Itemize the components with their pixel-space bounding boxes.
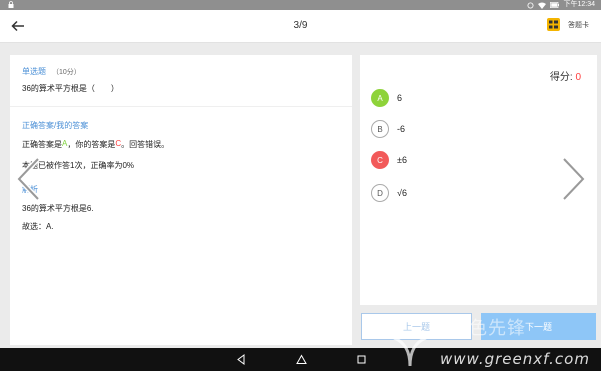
wifi-icon: [538, 2, 547, 9]
header-bar: 3/9 答题卡: [0, 10, 601, 43]
battery-icon: [550, 2, 560, 8]
answer-card-icon: [547, 18, 560, 31]
question-panel: 单选题 （10分） 36的算术平方根是（ ） 正确答案/我的答案 正确答案是 A …: [10, 55, 352, 345]
option-a[interactable]: A 6: [371, 89, 402, 107]
option-b[interactable]: B -6: [371, 120, 405, 138]
divider: [10, 106, 352, 107]
watermark-url: www.greenxf.com: [440, 350, 590, 368]
answer-heading: 正确答案/我的答案: [22, 121, 89, 130]
option-c[interactable]: C ±6: [371, 151, 407, 169]
option-letter: A: [371, 89, 389, 107]
score-label: 得分:: [549, 72, 576, 83]
lock-icon: [8, 1, 14, 8]
option-text: -6: [397, 124, 406, 134]
option-d[interactable]: D √6: [371, 184, 407, 202]
watermark-brand: 绿色先锋: [450, 318, 526, 339]
watermark: 绿色先锋 www.greenxf.com: [380, 318, 600, 370]
question-text: 36的算术平方根是（ ）: [22, 84, 119, 93]
option-letter: D: [371, 184, 389, 202]
page-title: 3/9: [293, 20, 308, 31]
answer-card-label: 答题卡: [568, 21, 589, 29]
question-score: （10分）: [52, 69, 81, 76]
option-text: √6: [397, 188, 407, 198]
alarm-icon: [527, 2, 534, 8]
option-text: 6: [397, 93, 403, 103]
answer-card-button[interactable]: 答题卡: [547, 18, 589, 31]
score-display: 得分: 0: [550, 68, 581, 83]
nav-home-icon[interactable]: [296, 354, 307, 365]
answer-suffix: 。回答错误。: [121, 140, 170, 149]
answer-mid: ，你的答案是: [67, 140, 116, 149]
score-value: 0: [575, 72, 581, 83]
status-time: 下午12:34: [563, 1, 595, 8]
nav-back-icon[interactable]: [236, 354, 247, 365]
option-text: ±6: [397, 155, 407, 165]
answer-line: 正确答案是 A ，你的答案是 C 。回答错误。: [22, 139, 169, 150]
answer-prefix: 正确答案是: [22, 140, 62, 149]
question-type: 单选题 （10分）: [22, 66, 81, 77]
nav-recent-icon[interactable]: [356, 354, 367, 365]
next-arrow-icon[interactable]: [560, 156, 588, 202]
option-letter: B: [371, 120, 389, 138]
status-bar: 下午12:34: [0, 0, 601, 10]
watermark-logo-icon: [393, 336, 427, 367]
option-letter: C: [371, 151, 389, 169]
prev-arrow-icon[interactable]: [14, 156, 42, 202]
analysis-text: 36的算术平方根是6.: [22, 204, 94, 213]
question-type-label: 单选题: [22, 67, 46, 76]
analysis-choice: 故选：A.: [22, 222, 54, 231]
